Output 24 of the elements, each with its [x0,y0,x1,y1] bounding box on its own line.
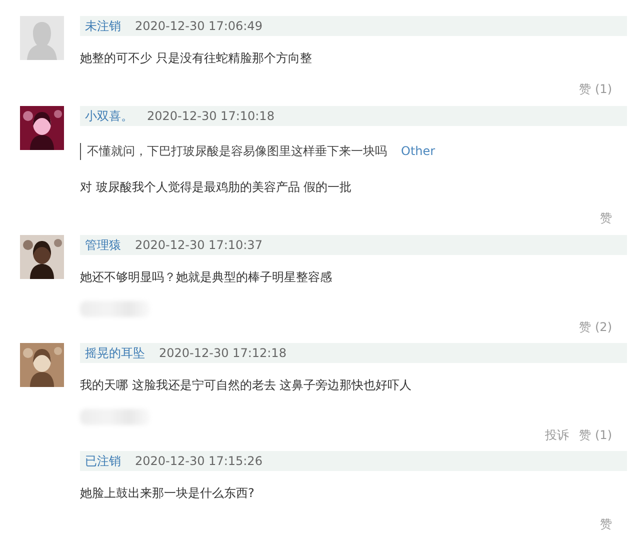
like-link[interactable]: 赞 [600,210,612,226]
comment-time: 2020-12-30 17:10:37 [135,238,262,252]
report-link[interactable]: 投诉 [545,427,570,443]
comment-time: 2020-12-30 17:15:26 [135,454,262,468]
comment-text: 她脸上鼓出来那一块是什么东西? [80,485,256,501]
quote-source-link[interactable]: Other [401,144,436,158]
username-link[interactable]: 已注销 [85,452,121,470]
like-link[interactable]: 赞 [600,516,612,532]
username-link[interactable]: 摇晃的耳坠 [85,344,145,362]
quoted-comment: 不懂就问，下巴打玻尿酸是容易像图里这样垂下来一块吗 [80,142,387,160]
like-link[interactable]: 赞 (1) [579,81,612,97]
like-link[interactable]: 赞 (1) [579,427,612,443]
comment-text: 她还不够明显吗？她就是典型的棒子明星整容感 [80,269,333,285]
comment-text: 她整的可不少 只是没有往蛇精脸那个方向整 [80,50,313,66]
comment-time: 2020-12-30 17:10:18 [147,109,274,123]
default-avatar-icon [20,16,64,60]
like-link[interactable]: 赞 (2) [579,319,612,335]
username-link[interactable]: 未注销 [85,18,121,34]
comment-time: 2020-12-30 17:12:18 [159,346,286,360]
comment-text: 对 玻尿酸我个人觉得是最鸡肋的美容产品 假的一批 [80,179,353,195]
username-link[interactable]: 管理猿 [85,236,121,254]
comment-text: 我的天哪 这脸我还是宁可自然的老去 这鼻子旁边那快也好吓人 [80,377,413,393]
username-link[interactable]: 小双喜。 [85,108,133,124]
comment-time: 2020-12-30 17:06:49 [135,19,262,33]
